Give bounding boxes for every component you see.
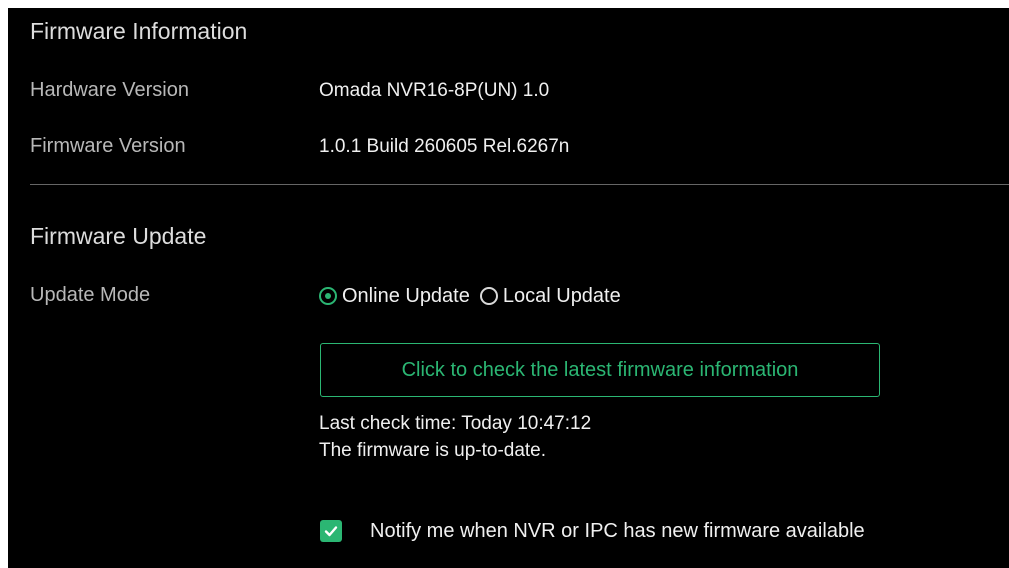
hardware-version-value: Omada NVR16-8P(UN) 1.0: [319, 80, 550, 101]
hardware-version-label: Hardware Version: [30, 79, 189, 101]
firmware-panel: Firmware Information Hardware Version Om…: [8, 8, 1009, 568]
radio-local-update[interactable]: Local Update: [479, 284, 621, 308]
check-firmware-button[interactable]: Click to check the latest firmware infor…: [320, 343, 880, 397]
firmware-update-title: Firmware Update: [30, 223, 207, 249]
update-mode-radio-group: Online Update Local Update: [319, 282, 631, 310]
firmware-information-title: Firmware Information: [30, 18, 248, 44]
firmware-status: The firmware is up-to-date.: [319, 440, 547, 461]
checkmark-icon: [320, 520, 342, 542]
radio-unselected-icon: [479, 287, 498, 305]
firmware-version-label: Firmware Version: [30, 135, 186, 157]
radio-online-update[interactable]: Online Update: [319, 285, 470, 308]
last-check-time: Last check time: Today 10:47:12: [319, 413, 592, 434]
notify-firmware-checkbox[interactable]: Notify me when NVR or IPC has new firmwa…: [320, 516, 865, 546]
firmware-version-value: 1.0.1 Build 260605 Rel.6267n: [319, 136, 570, 157]
notify-firmware-label: Notify me when NVR or IPC has new firmwa…: [370, 519, 865, 542]
radio-online-update-label: Online Update: [342, 284, 470, 307]
radio-local-update-label: Local Update: [502, 284, 621, 307]
update-mode-label: Update Mode: [30, 284, 151, 306]
radio-selected-icon: [319, 287, 337, 305]
section-divider: [30, 184, 1009, 185]
